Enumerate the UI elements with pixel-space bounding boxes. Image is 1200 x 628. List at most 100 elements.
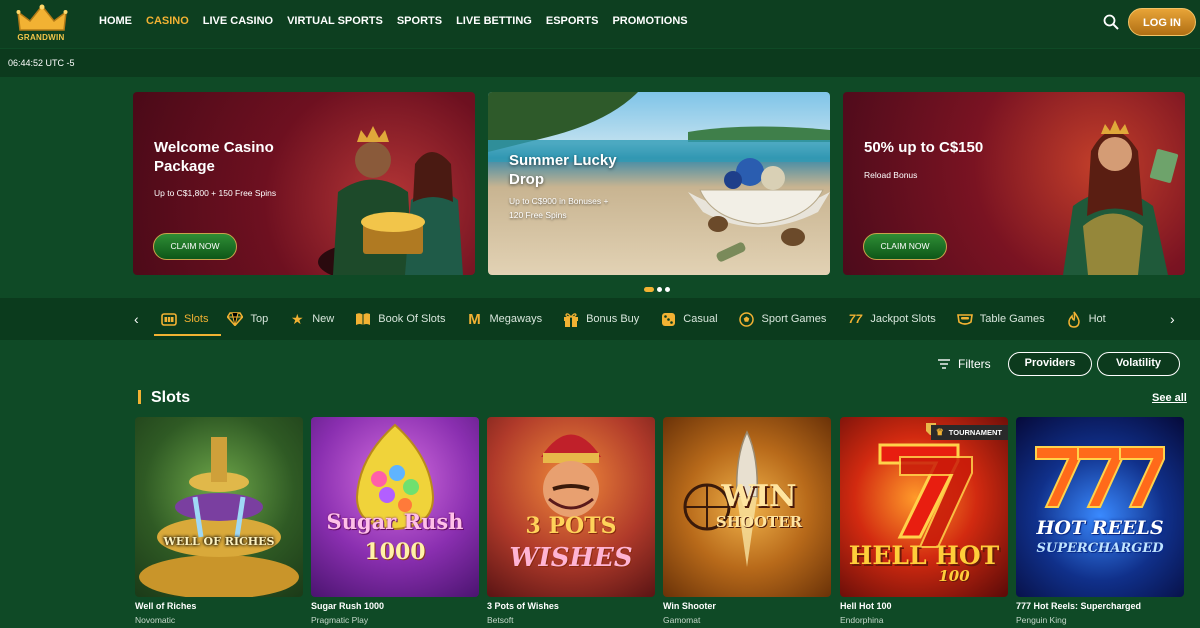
category-label: Hot [1088,313,1106,325]
nav-item-promotions[interactable]: PROMOTIONS [612,15,687,27]
nav-item-esports[interactable]: ESPORTS [546,15,599,27]
game-thumbnail[interactable]: HOT REELS SUPERCHARGED [1016,417,1184,597]
category-hot[interactable]: Hot [1065,310,1106,328]
game-name: 777 Hot Reels: Supercharged [1016,601,1142,611]
nav-item-virtual-sports[interactable]: VIRTUAL SPORTS [287,15,383,27]
category-label: Table Games [979,313,1045,325]
game-art-subtitle: 1000 [364,539,426,565]
slot-machine-icon [160,310,178,328]
game-thumbnail[interactable]: WELL OF RICHES [135,417,303,597]
promo-title: 50% up to C$150 [864,139,984,156]
category-label: Slots [184,313,209,325]
game-art-subtitle: SHOOTER [715,513,803,531]
main-nav: HOME CASINO LIVE CASINO VIRTUAL SPORTS S… [99,15,702,27]
category-label: Casual [683,313,718,325]
trophy-icon: ♛ [935,427,944,437]
category-casual[interactable]: Casual [659,310,718,328]
nav-item-sports[interactable]: SPORTS [397,15,442,27]
dice-icon [659,310,677,328]
category-label: Bonus Buy [586,313,640,325]
claim-now-button[interactable]: CLAIM NOW [153,233,237,260]
star-icon: ★ [290,310,304,327]
chevron-right-icon[interactable]: › [1170,311,1175,327]
game-thumbnail[interactable]: ♛ TOURNAMENT HELL HOT 100 [840,417,1008,597]
search-icon[interactable] [1102,13,1120,31]
game-art-title: Sugar Rush [326,509,464,534]
nav-item-live-casino[interactable]: LIVE CASINO [203,15,273,27]
game-provider: Betsoft [487,615,514,625]
promo-card-welcome[interactable]: Welcome Casino Package Up to C$1,800 + 1… [133,92,475,275]
game-name: 3 Pots of Wishes [487,601,559,611]
promo-subtitle: Up to C$900 in Bonuses + 120 Free Spins [509,196,609,220]
game-provider: Endorphina [840,615,884,625]
soccer-ball-icon [738,310,756,328]
login-button[interactable]: LOG IN [1128,8,1196,36]
game-art-subtitle: WISHES [509,543,633,573]
nav-item-casino[interactable]: CASINO [146,15,189,27]
royal-couple-art [318,126,463,275]
promo-subtitle: Up to C$1,800 + 150 Free Spins [154,188,277,198]
gift-icon [562,310,580,328]
nav-item-home[interactable]: HOME [99,15,132,27]
hot-reels-art [1035,446,1165,508]
category-label: Jackpot Slots [870,313,936,325]
filters-label: Filters [958,357,991,371]
carousel-dot-2[interactable] [657,287,662,292]
clock-bar: 06:44:52 UTC -5 [0,49,1200,77]
game-card[interactable]: 3 POTS WISHES 3 Pots of Wishes Betsoft [487,417,655,625]
volatility-button[interactable]: Volatility [1097,352,1180,376]
category-top[interactable]: Top [226,310,268,328]
category-table-games[interactable]: Table Games [956,310,1045,328]
nav-item-live-betting[interactable]: LIVE BETTING [456,15,532,27]
promo-card-summer[interactable]: Summer Lucky Drop Up to C$900 in Bonuses… [488,92,830,275]
carousel-dot-3[interactable] [665,287,670,292]
chevron-left-icon[interactable]: ‹ [134,311,139,327]
game-name: Well of Riches [135,601,197,611]
game-provider: Penguin King [1016,615,1067,625]
category-list: Slots Top ★ New Book Of Slots M Megaways B… [160,310,1126,328]
game-card[interactable]: WIN SHOOTER Win Shooter Gamomat [663,417,831,625]
category-megaways[interactable]: M Megaways [466,310,542,328]
game-provider: Gamomat [663,615,701,625]
game-provider: Novomatic [135,615,176,625]
game-card[interactable]: ♛ TOURNAMENT HELL HOT 100 Hell Hot 100 En… [840,417,1008,625]
category-new[interactable]: ★ New [288,310,334,328]
game-art-title: 3 POTS [525,513,617,539]
game-art-subtitle: SUPERCHARGED [1036,541,1164,556]
game-card[interactable]: HOT REELS SUPERCHARGED 777 Hot Reels: Su… [1016,417,1184,625]
game-provider: Pragmatic Play [311,615,369,625]
filter-icon [938,359,950,369]
game-name: Win Shooter [663,601,716,611]
jackpot-777-icon: 77 [848,312,863,326]
game-card[interactable]: Sugar Rush 1000 Sugar Rush 1000 Pragmati… [311,417,479,625]
sugar-rush-art [355,423,435,531]
diamond-icon [226,310,244,328]
category-label: New [312,313,335,325]
tournament-badge: ♛ TOURNAMENT [930,425,1008,440]
game-card[interactable]: WELL OF RICHES Well of Riches Novomatic [135,417,303,625]
category-book-of-slots[interactable]: Book Of Slots [354,310,446,328]
category-jackpot-slots[interactable]: 77 Jackpot Slots [846,310,936,328]
game-thumbnail[interactable]: Sugar Rush 1000 [311,417,479,597]
filters-button[interactable]: Filters [937,357,991,371]
grandwin-logo[interactable]: GRANDWIN [12,4,72,44]
game-thumbnail[interactable]: WIN SHOOTER [663,417,831,597]
providers-button[interactable]: Providers [1008,352,1092,376]
promo-title: Welcome Casino Package [154,139,274,175]
table-icon [956,310,974,328]
game-art-title: HOT REELS [1036,517,1164,539]
category-bonus-buy[interactable]: Bonus Buy [562,310,639,328]
category-slots[interactable]: Slots [160,310,208,328]
active-category-underline [154,334,221,336]
category-sport-games[interactable]: Sport Games [738,310,826,328]
carousel-dot-1[interactable] [644,287,654,292]
logo-text: GRANDWIN [17,33,65,42]
claim-now-button[interactable]: CLAIM NOW [863,233,947,260]
megaways-icon: M [468,310,481,328]
see-all-link[interactable]: See all [1152,392,1187,404]
promo-card-reload[interactable]: 50% up to C$150 Reload Bonus CLAIM NOW [843,92,1185,275]
game-thumbnail[interactable]: 3 POTS WISHES [487,417,655,597]
section-title: Slots [151,389,191,406]
game-name: Sugar Rush 1000 [311,601,385,611]
section-accent [138,390,141,404]
